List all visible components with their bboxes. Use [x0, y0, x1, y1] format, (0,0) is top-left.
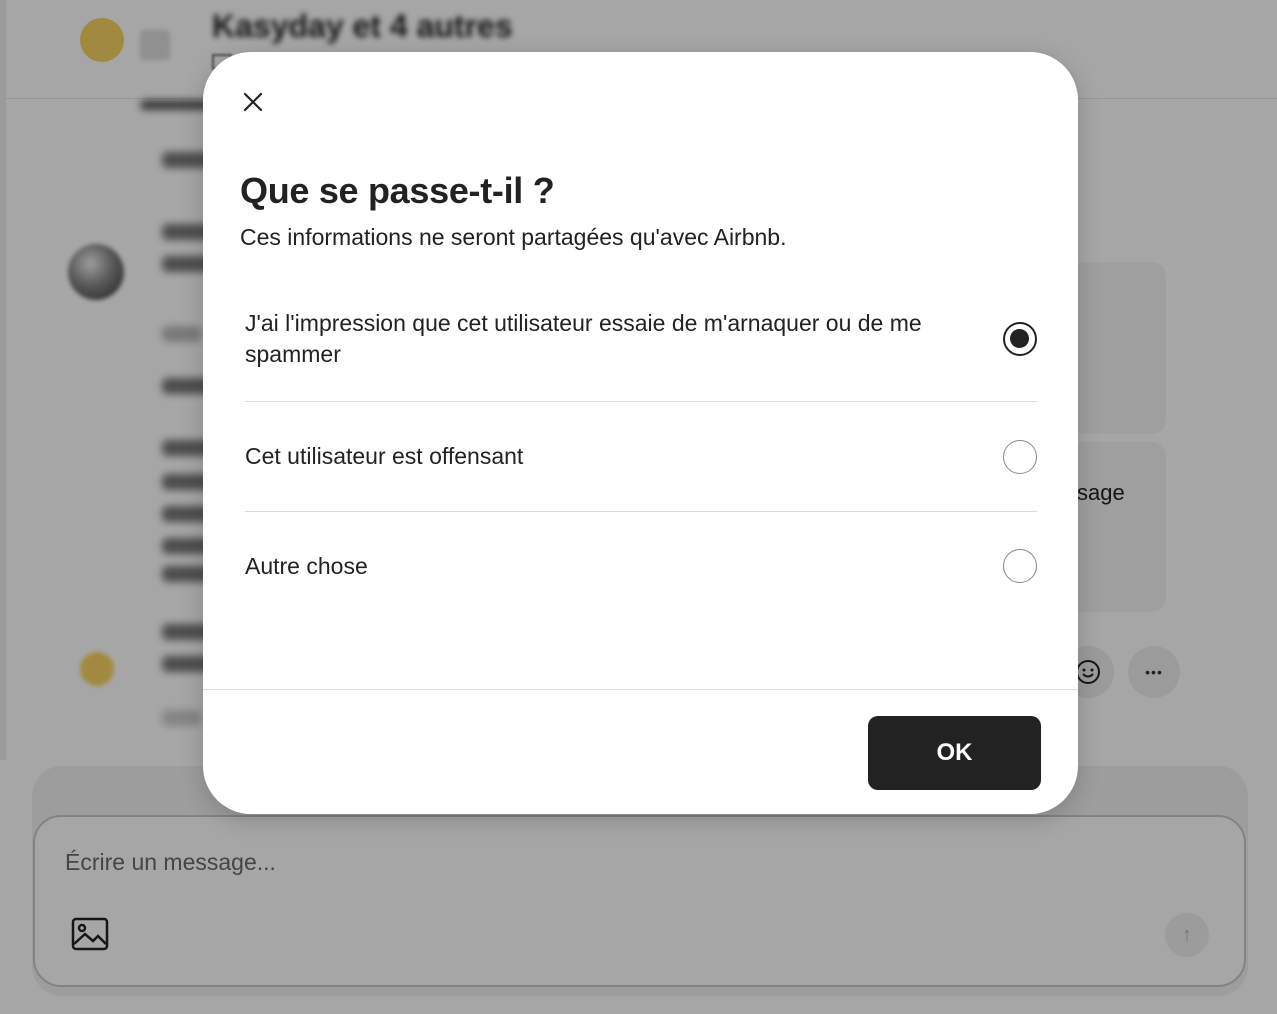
option-label: Cet utilisateur est offensant — [245, 443, 524, 469]
option-label: Autre chose — [245, 552, 368, 579]
dialog-subtitle: Ces informations ne seront partagées qu'… — [240, 224, 787, 250]
option-other[interactable]: Autre chose — [245, 512, 1037, 620]
ok-button[interactable]: OK — [868, 716, 1041, 790]
close-icon — [243, 92, 263, 112]
radio-button-selected[interactable] — [1003, 321, 1037, 356]
report-options: J'ai l'impression que cet utilisateur es… — [245, 278, 1037, 620]
radio-button[interactable] — [1003, 549, 1037, 583]
option-label: J'ai l'impression que cet utilisateur es… — [245, 309, 922, 367]
footer-divider — [203, 689, 1078, 690]
radio-button[interactable] — [1003, 439, 1037, 474]
option-offensive[interactable]: Cet utilisateur est offensant — [245, 402, 1037, 512]
report-dialog: Que se passe-t-il ? Ces informations ne … — [203, 52, 1078, 814]
close-button[interactable] — [233, 82, 273, 122]
dialog-title: Que se passe-t-il ? — [240, 170, 555, 211]
option-scam-spam[interactable]: J'ai l'impression que cet utilisateur es… — [245, 278, 1037, 402]
